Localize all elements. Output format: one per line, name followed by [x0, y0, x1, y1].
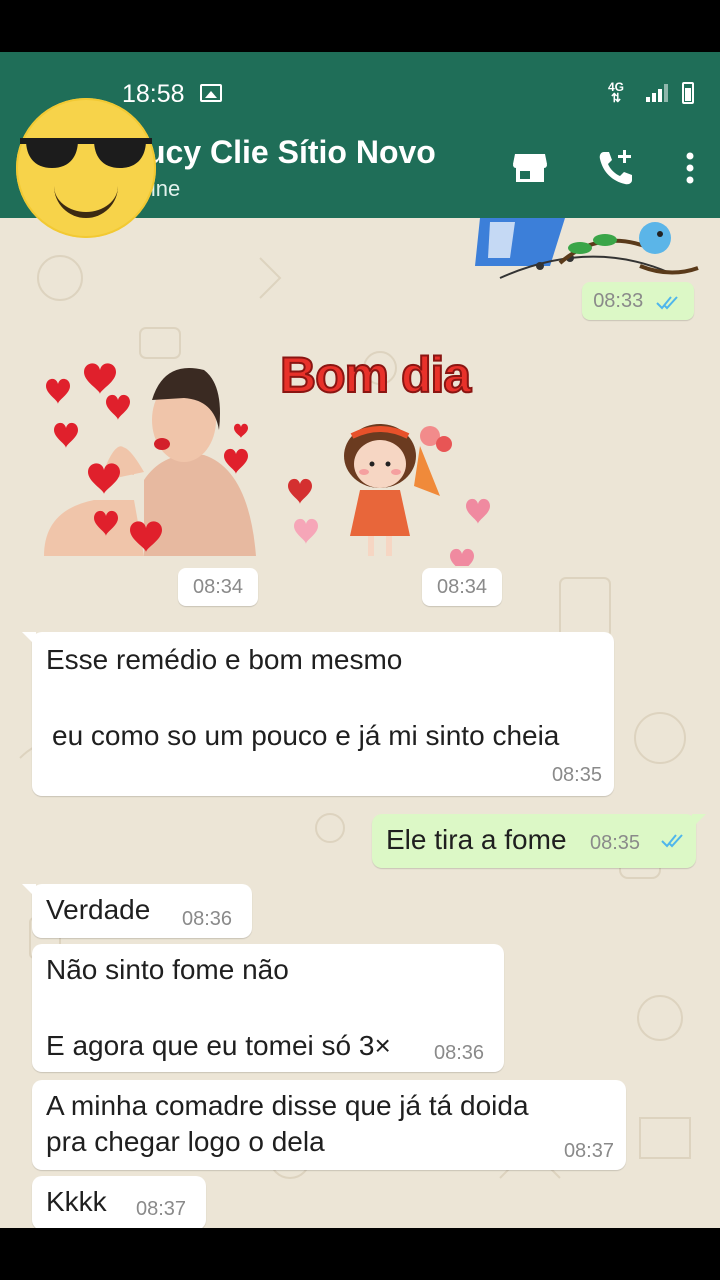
message-time: 08:35	[590, 832, 641, 854]
image-notification-icon	[200, 84, 222, 102]
message-text: Não sinto fome não	[46, 954, 289, 985]
message-time: 08:36	[434, 1042, 485, 1064]
contact-avatar[interactable]	[16, 98, 156, 238]
message-time: 08:33	[593, 290, 644, 312]
message-text: Verdade	[46, 894, 151, 925]
contact-name[interactable]: ucy Clie Sítio Novo	[146, 134, 436, 171]
message-text: Kkkk	[46, 1186, 107, 1217]
store-icon[interactable]	[510, 148, 550, 188]
double-check-read-icon	[656, 296, 678, 310]
message-bubble-in[interactable]: Não sinto fome não E agora que eu tomei …	[32, 944, 504, 1072]
bom-dia-sticker[interactable]: Bom dia	[279, 346, 500, 566]
signal-icon	[646, 84, 670, 102]
message-bubble-out[interactable]: Ele tira a fome 08:35	[372, 814, 706, 868]
message-text: Esse remédio e bom mesmo	[46, 644, 403, 675]
message-bubble-in[interactable]: A minha comadre disse que já tá doida pr…	[32, 1080, 626, 1170]
message-text: Ele tira a fome	[386, 824, 567, 855]
woman-hearts-sticker[interactable]	[34, 360, 260, 556]
top-black-bar	[0, 0, 720, 52]
bom-dia-text: Bom dia	[279, 346, 472, 404]
message-bubble-in[interactable]: Esse remédio e bom mesmo eu como so um p…	[22, 632, 614, 796]
chat-area[interactable]: 08:33 08:34 Bom dia 08:34 Esse remédio e…	[0, 218, 720, 1228]
girl-with-flowers-drawing	[288, 424, 490, 566]
message-time: 08:34	[192, 576, 244, 598]
message-bubble-in[interactable]: Verdade 08:36	[22, 884, 252, 938]
sticker-time-chip: 08:34	[422, 568, 502, 606]
message-time: 08:37	[136, 1198, 187, 1220]
message-time: 08:37	[563, 1140, 614, 1162]
bird-music-sticker[interactable]	[470, 218, 700, 284]
message-text: eu como so um pouco e já mi sinto cheia	[52, 720, 560, 751]
network-type-icon: 4G ⇅	[607, 80, 624, 105]
message-time: 08:36	[182, 908, 233, 930]
message-bubble-out[interactable]: 08:33	[582, 282, 694, 320]
sticker-time-chip: 08:34	[178, 568, 258, 606]
status-time: 18:58	[122, 80, 185, 108]
smile-mouth	[54, 182, 118, 218]
message-time: 08:34	[436, 576, 488, 598]
message-bubble-in[interactable]: Kkkk 08:37	[32, 1176, 206, 1228]
more-options-icon[interactable]	[670, 148, 710, 188]
message-time: 08:35	[551, 764, 602, 786]
bottom-black-bar	[0, 1228, 720, 1280]
battery-icon	[682, 82, 694, 104]
sunglasses-emoji-icon	[20, 138, 152, 168]
double-check-read-icon	[661, 834, 683, 848]
add-call-icon[interactable]	[596, 148, 636, 188]
message-text: pra chegar logo o dela	[46, 1126, 325, 1157]
message-text: A minha comadre disse que já tá doida	[46, 1090, 529, 1121]
message-text: E agora que eu tomei só 3×	[46, 1030, 391, 1061]
